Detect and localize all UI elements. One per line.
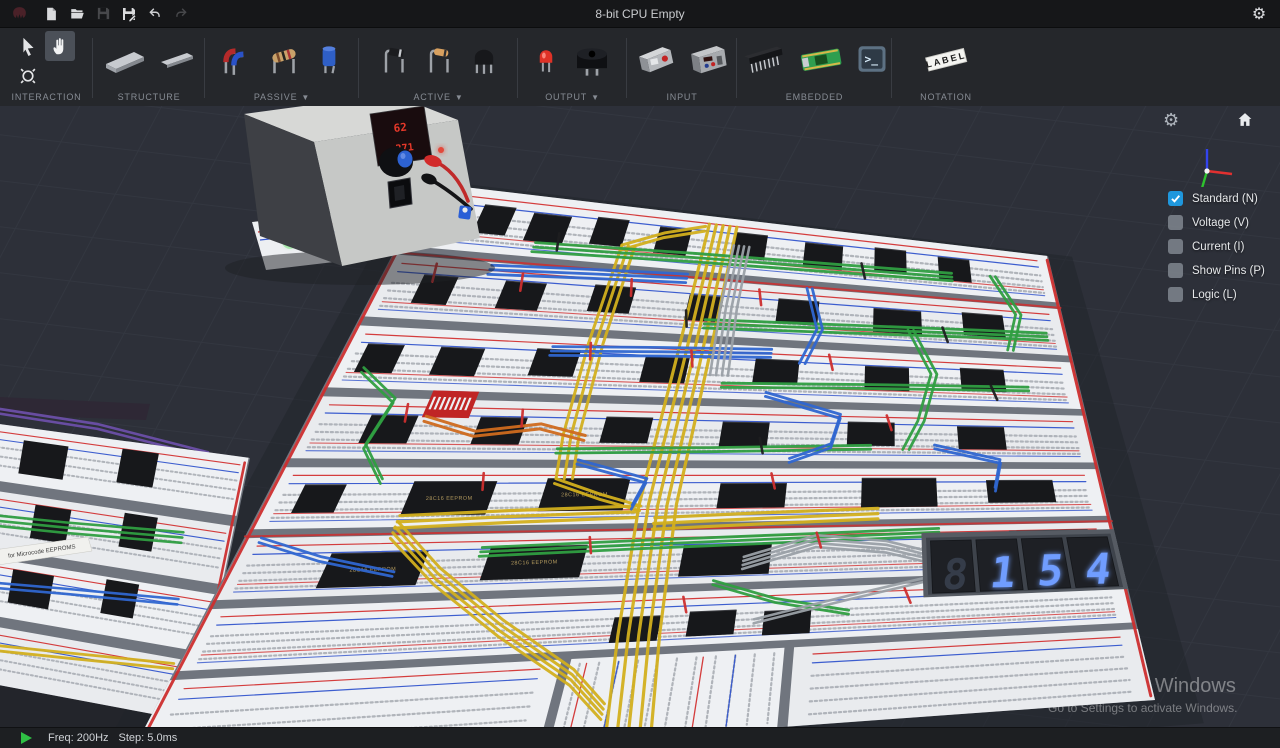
component-toolbar: INTERACTION STRUCTURE [0,27,1280,106]
toolbar-section-structure: STRUCTURE [93,28,205,106]
resistor-tool-button[interactable] [265,39,303,79]
microcontroller-tool-button[interactable] [797,41,845,77]
dropdown-caret-icon: ▼ [455,93,464,102]
app-window: 8-bit CPU Empty ⚙ INTERACTION [0,0,1280,748]
checkbox-logic[interactable]: Logic (L) [1168,287,1265,302]
svg-text:62: 62 [393,121,408,135]
save-button[interactable] [90,0,116,27]
mini-breadboard-tool-button[interactable] [157,46,197,72]
toolbar-section-notation: LABEL NOTATION [892,28,1000,106]
settings-gear-icon[interactable]: ⚙ [1246,0,1272,27]
frequency-readout: Freq: 200Hz [48,732,109,744]
checkbox-show-pins[interactable]: Show Pins (P) [1168,263,1265,278]
toolbar-section-passive: PASSIVE▼ [205,28,359,106]
svg-text:28C16 EEPROM: 28C16 EEPROM [426,496,473,502]
orbit-tool-button[interactable] [14,62,42,90]
section-label-interaction: INTERACTION [12,88,82,106]
checkbox-current[interactable]: Current (I) [1168,239,1265,254]
section-label-embedded: EMBEDDED [786,88,844,106]
toolbar-section-interaction: INTERACTION [0,28,93,106]
section-label-output: OUTPUT▼ [545,88,600,106]
switch-module-tool-button[interactable] [635,40,677,78]
undo-button[interactable] [142,0,168,27]
section-label-notation: NOTATION [920,88,972,106]
toolbar-section-embedded: >_ EMBEDDED [737,28,892,106]
hand-tool-button[interactable] [45,31,75,61]
app-logo-icon [6,0,32,27]
section-label-structure: STRUCTURE [118,88,181,106]
home-view-icon[interactable] [1236,111,1254,131]
section-label-input: INPUT [666,88,697,106]
section-label-passive: PASSIVE▼ [254,88,310,106]
title-bar: 8-bit CPU Empty ⚙ [0,0,1280,27]
svg-text:28C16 EEPROM: 28C16 EEPROM [511,559,558,566]
new-file-button[interactable] [38,0,64,27]
3d-viewport[interactable]: Activate WindowsGo to Settings to activa… [0,105,1280,748]
checkbox-box[interactable] [1168,215,1183,230]
checkbox-standard[interactable]: Standard (N) [1168,191,1265,206]
redo-button[interactable] [168,0,194,27]
dropdown-caret-icon: ▼ [591,93,600,102]
toolbar-section-input: INPUT [627,28,737,106]
checkbox-voltage[interactable]: Voltage (V) [1168,215,1265,230]
open-file-button[interactable] [64,0,90,27]
power-supply-tool-button[interactable] [686,40,730,78]
toolbar-section-output: OUTPUT▼ [518,28,627,106]
dip-ic-tool-button[interactable] [740,40,788,78]
checkbox-box[interactable] [1168,191,1183,206]
led-tool-button[interactable] [531,38,561,80]
axis-gizmo[interactable] [1178,125,1238,187]
save-as-button[interactable] [116,0,142,27]
terminal-tool-button[interactable]: >_ [854,41,890,77]
jumper-wire-tool-button[interactable] [218,39,256,79]
toolbar-spacer [1000,28,1280,106]
cursor-tool-button[interactable] [14,33,42,61]
section-label-active: ACTIVE▼ [413,88,463,106]
breadboard-tool-button[interactable] [102,42,148,76]
simulation-status-bar: Freq: 200Hz Step: 5.0ms [0,727,1280,748]
checkbox-box[interactable] [1168,287,1183,302]
transistor-tool-button[interactable] [467,38,501,80]
checkbox-box[interactable] [1168,239,1183,254]
label-sticker-tool-button[interactable]: LABEL [920,41,972,77]
viewport-settings-gear-icon[interactable]: ⚙ [1163,111,1179,129]
capacitor-tool-button[interactable] [312,38,346,80]
dropdown-caret-icon: ▼ [301,93,310,102]
play-button[interactable] [21,732,32,744]
diode-tool-button[interactable] [377,39,413,79]
toolbar-section-active: ACTIVE▼ [359,28,518,106]
signal-diode-tool-button[interactable] [422,39,458,79]
svg-text:>_: >_ [864,53,878,66]
step-readout: Step: 5.0ms [119,732,178,744]
checkbox-box[interactable] [1168,263,1183,278]
view-options-panel: ⚙ Standard (N) Voltage (V) Current [1150,105,1280,365]
buzzer-tool-button[interactable] [570,39,614,79]
render-mode-options: Standard (N) Voltage (V) Current (I) Sho… [1168,191,1265,302]
